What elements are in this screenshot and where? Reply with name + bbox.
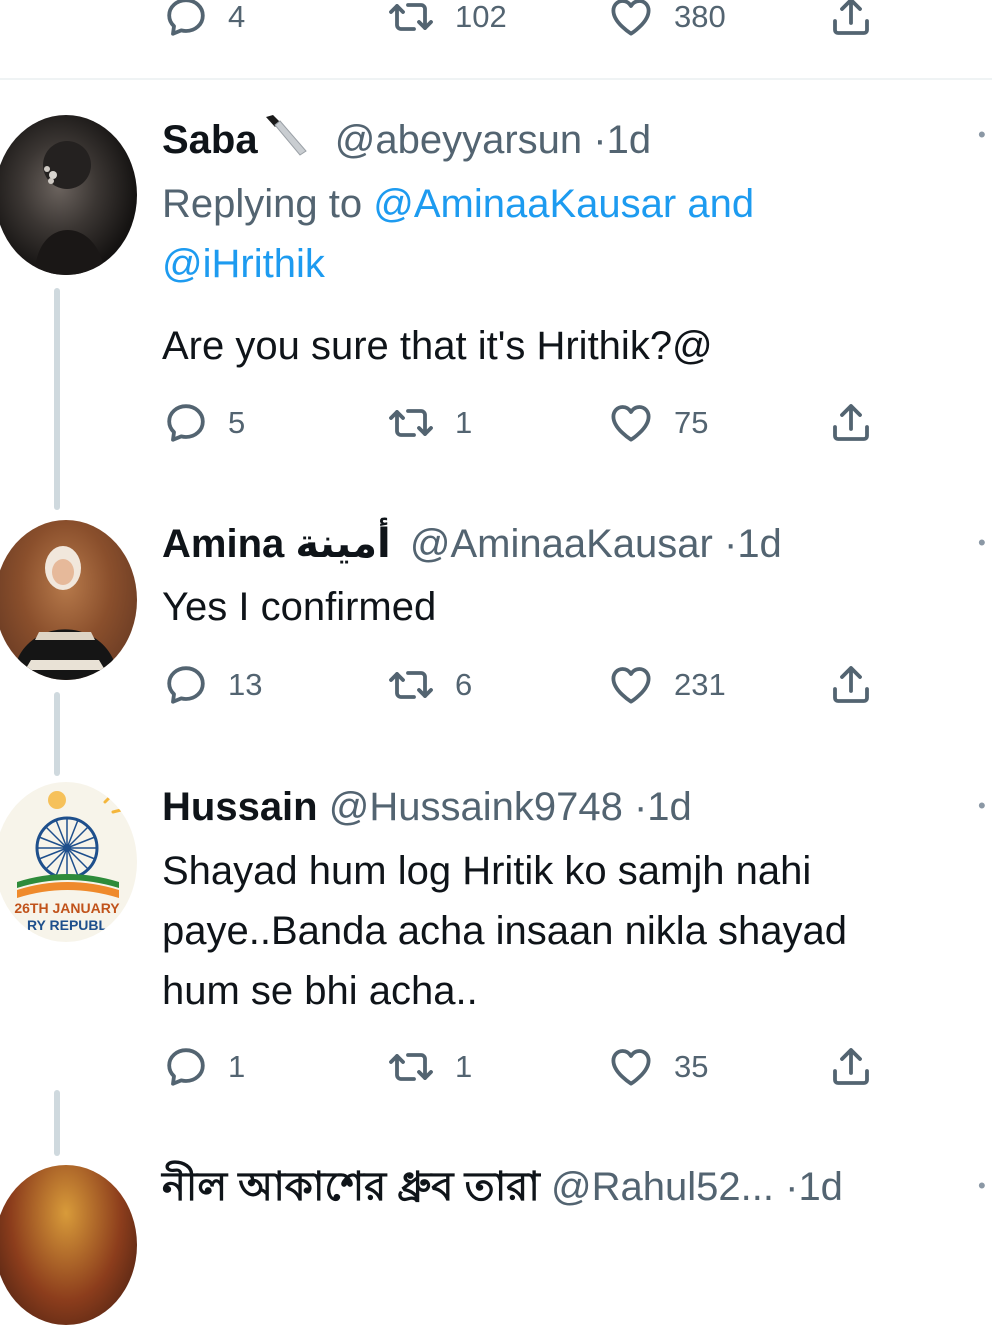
separator: · xyxy=(633,785,648,829)
separator: · xyxy=(593,118,607,162)
separator: · xyxy=(723,522,738,566)
tweet-text: Are you sure that it's Hrithik?@ xyxy=(162,324,713,368)
reply-button[interactable]: 5 xyxy=(162,399,245,447)
like-count: 75 xyxy=(674,405,709,440)
like-button[interactable]: 75 xyxy=(606,399,708,447)
share-icon xyxy=(827,1043,875,1091)
timestamp[interactable]: 1d xyxy=(798,1165,843,1209)
thread-line xyxy=(54,288,60,510)
like-count: 380 xyxy=(674,0,726,34)
separator: · xyxy=(785,1165,799,1209)
display-name[interactable]: Saba xyxy=(162,118,258,162)
tweet-header: নীল আকাশের ধ্রুব তারা @Rahul52... ·1d xyxy=(162,1163,843,1211)
retweet-count: 1 xyxy=(455,405,473,440)
reply-icon xyxy=(162,661,210,709)
heart-icon xyxy=(606,0,656,41)
retweet-icon xyxy=(385,661,437,709)
like-button[interactable]: 35 xyxy=(606,1043,708,1091)
heart-icon xyxy=(606,661,656,709)
avatar-text: RY REPUBL xyxy=(26,917,108,933)
avatar[interactable] xyxy=(0,115,137,275)
retweet-icon xyxy=(385,399,437,447)
display-name[interactable]: নীল আকাশের ধ্রুব তারা xyxy=(162,1165,540,1209)
retweet-icon xyxy=(385,1043,437,1091)
reply-icon xyxy=(162,399,210,447)
retweet-button[interactable]: 102 xyxy=(385,0,507,41)
share-icon xyxy=(827,0,875,41)
timestamp[interactable]: 1d xyxy=(607,118,652,162)
retweet-button[interactable]: 6 xyxy=(385,661,472,709)
reply-count: 13 xyxy=(228,667,263,702)
timestamp[interactable]: 1d xyxy=(647,785,692,829)
tweet-text-line: paye..Banda acha insaan nikla shayad xyxy=(162,909,847,953)
reply-count: 4 xyxy=(228,0,246,34)
reply-count: 1 xyxy=(228,1049,246,1084)
display-name[interactable]: Hussain xyxy=(162,785,318,829)
share-icon xyxy=(827,399,875,447)
tweet-header: Saba @abeyyarsun ·1d xyxy=(162,113,651,164)
display-name[interactable]: Amina xyxy=(162,522,284,566)
reply-button[interactable]: 13 xyxy=(162,661,262,709)
share-button[interactable] xyxy=(827,399,875,447)
tweet-header: Hussain @Hussaink9748 ·1d xyxy=(162,783,692,831)
share-icon xyxy=(827,661,875,709)
avatar[interactable]: 26TH JANUARY RY REPUBL xyxy=(0,782,137,942)
like-button[interactable]: 231 xyxy=(606,661,726,709)
reply-button[interactable]: 4 xyxy=(162,0,245,41)
share-button[interactable] xyxy=(827,661,875,709)
more-icon[interactable]: • xyxy=(978,795,986,817)
retweet-count: 102 xyxy=(455,0,507,34)
username[interactable]: @Rahul52... xyxy=(551,1165,774,1209)
tweet-text-line: Shayad hum log Hritik ko samjh nahi xyxy=(162,849,812,893)
reply-count: 5 xyxy=(228,405,246,440)
share-button[interactable] xyxy=(827,1043,875,1091)
like-button[interactable]: 380 xyxy=(606,0,726,41)
username[interactable]: @Hussaink9748 xyxy=(329,785,623,829)
replying-users[interactable]: @AminaaKausar and xyxy=(373,182,754,226)
retweet-count: 1 xyxy=(455,1049,473,1084)
knife-emoji-icon xyxy=(260,113,310,156)
section-divider xyxy=(0,78,992,80)
more-icon[interactable]: • xyxy=(978,532,986,554)
avatar[interactable] xyxy=(0,1165,137,1325)
tweet-header: Amina أمينة @AminaaKausar ·1d xyxy=(162,520,782,568)
display-name-arabic: أمينة xyxy=(295,522,391,566)
tweet-text: Shayad hum log Hritik ko samjh nahi paye… xyxy=(162,841,972,1021)
thread-line xyxy=(54,1090,60,1156)
replying-to: Replying to @AminaaKausar and @iHrithik xyxy=(162,174,882,294)
reply-icon xyxy=(162,0,210,41)
retweet-count: 6 xyxy=(455,667,473,702)
username[interactable]: @AminaaKausar xyxy=(410,522,713,566)
thread-line xyxy=(54,692,60,776)
timestamp[interactable]: 1d xyxy=(737,522,782,566)
like-count: 231 xyxy=(674,667,726,702)
replying-prefix: Replying to xyxy=(162,182,363,226)
retweet-button[interactable]: 1 xyxy=(385,399,472,447)
retweet-button[interactable]: 1 xyxy=(385,1043,472,1091)
like-count: 35 xyxy=(674,1049,709,1084)
share-button[interactable] xyxy=(827,0,875,41)
avatar[interactable] xyxy=(0,520,137,680)
heart-icon xyxy=(606,1043,656,1091)
avatar-text: 26TH JANUARY xyxy=(14,900,120,916)
more-icon[interactable]: • xyxy=(978,1175,986,1197)
tweet-text-line: hum se bhi acha.. xyxy=(162,969,478,1013)
heart-icon xyxy=(606,399,656,447)
more-icon[interactable]: • xyxy=(978,124,986,146)
replying-user-2[interactable]: @iHrithik xyxy=(162,242,325,286)
reply-icon xyxy=(162,1043,210,1091)
retweet-icon xyxy=(385,0,437,41)
reply-button[interactable]: 1 xyxy=(162,1043,245,1091)
tweet-text: Yes I confirmed xyxy=(162,585,437,629)
username[interactable]: @abeyyarsun xyxy=(335,118,582,162)
